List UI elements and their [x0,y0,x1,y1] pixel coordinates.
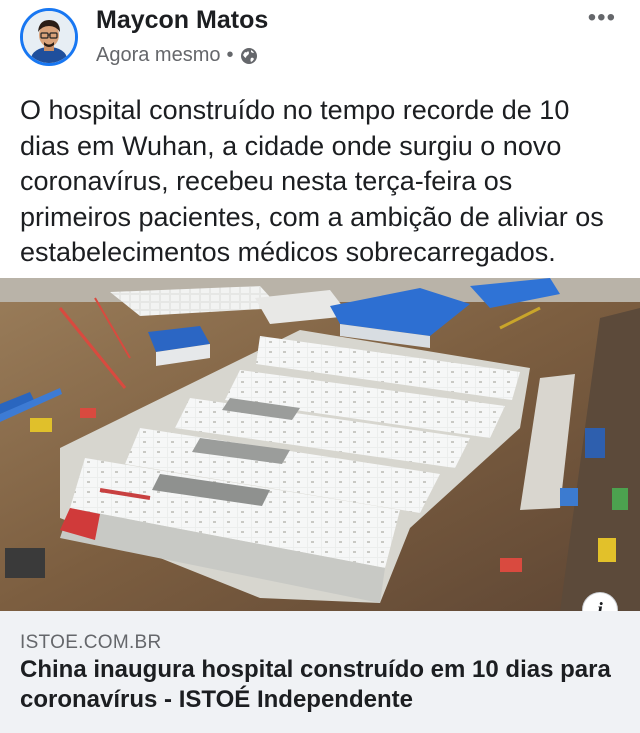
post-meta: Agora mesmo • [96,44,258,67]
link-preview-image[interactable] [0,278,640,611]
more-options-icon[interactable]: ••• [588,4,616,32]
globe-icon[interactable] [240,47,258,65]
post-header: Maycon Matos Agora mesmo • ••• [0,0,640,82]
post-timestamp[interactable]: Agora mesmo [96,44,221,67]
post-text: O hospital construído no tempo recorde d… [20,95,604,267]
meta-separator: • [226,44,234,66]
link-title[interactable]: China inaugura hospital construído em 10… [20,655,620,715]
hospital-construction-photo [0,278,640,611]
avatar-illustration [23,11,75,63]
author-name[interactable]: Maycon Matos [96,6,268,35]
avatar[interactable] [20,8,78,66]
link-preview-card[interactable]: ISTOE.COM.BR China inaugura hospital con… [0,611,640,733]
link-domain: ISTOE.COM.BR [20,632,162,653]
